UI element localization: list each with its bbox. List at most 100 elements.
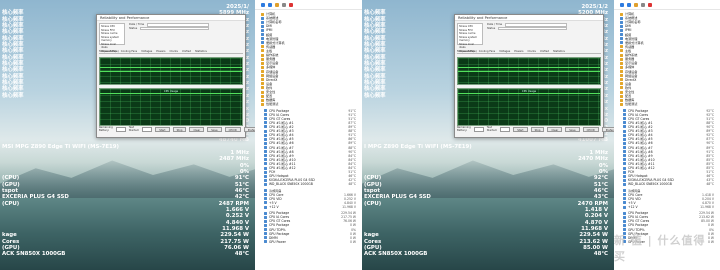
sensor-icon (623, 113, 626, 117)
osd-label: ACK SN850X 1000GB (364, 251, 428, 258)
tab-item[interactable]: Statistics (195, 50, 207, 53)
osd-label: (CPU) (364, 200, 382, 207)
stress-test-window[interactable]: Reliability and Performance Stress CPU St… (454, 14, 614, 138)
footer-button[interactable]: Start (155, 126, 170, 132)
footer-button[interactable]: CPUID (582, 126, 599, 132)
folder-icon (620, 78, 623, 82)
tab-item[interactable]: Temperatures (99, 50, 117, 53)
tab-item[interactable]: Voltages (141, 50, 152, 53)
window-footer: Remaining Battery: Test Started: Start Stop… (99, 125, 255, 133)
sensor-toolbar (255, 0, 362, 10)
footer-button[interactable]: Save (565, 126, 580, 132)
footer-button[interactable]: Start (513, 126, 528, 132)
osd-label: 核心频率 (2, 92, 24, 99)
field-box (498, 26, 567, 31)
footer-button[interactable]: Preferences (601, 126, 614, 132)
left-desktop-pane: 2025/1/核心频率5899 MHz核心频率5300 MHz核心频率5100 … (0, 0, 255, 270)
sensor-icon (264, 125, 267, 129)
stress-test-window[interactable]: Reliability and Performance Stress CPU St… (96, 14, 255, 138)
sensor-icon (623, 109, 626, 113)
sensor-tree-row[interactable]: 性能测试 (261, 102, 362, 106)
graph-trace (458, 67, 600, 68)
sensor-icon (264, 197, 267, 201)
status-fields: Date / Time Status (129, 23, 209, 35)
refresh-icon[interactable] (634, 2, 638, 7)
sensor-icon (264, 240, 267, 244)
tab-item[interactable]: Cooling Fans (121, 50, 137, 53)
back-icon[interactable] (261, 2, 265, 7)
tab-item[interactable]: Powers (156, 50, 165, 53)
folder-icon (620, 90, 623, 94)
sensor-tree-row[interactable]: 性能测试 (620, 102, 720, 106)
tab-item[interactable]: Voltages (499, 50, 510, 53)
sensor-tree-row[interactable]: +12 V 11.968 V (261, 205, 362, 209)
report-icon[interactable] (282, 2, 286, 7)
sensor-icon (264, 189, 267, 193)
sensor-label: 性能测试 (625, 102, 638, 107)
osd-label: (CPU) (2, 200, 20, 207)
tab-item[interactable]: Temperatures (457, 50, 475, 53)
footer-button[interactable]: CPUID (224, 126, 241, 132)
refresh-icon[interactable] (275, 2, 279, 7)
forward-icon[interactable] (268, 2, 272, 7)
sensor-icon (623, 219, 626, 223)
forward-icon[interactable] (627, 2, 631, 7)
status-fields: Date / Time Status (487, 23, 567, 35)
sensor-tree-row[interactable]: WD_BLACK SN850X 1000GB 48°C (620, 182, 720, 186)
sensor-icon (620, 37, 623, 41)
remaining-battery-label: Remaining Battery: (99, 126, 113, 132)
sensor-tree-row[interactable]: WD_BLACK SN850X 1000GB 48°C (261, 182, 362, 186)
watermark-logo: 新 值 | 什么值得买 (614, 234, 706, 263)
folder-icon (261, 94, 264, 98)
tab-item[interactable]: Unified (182, 50, 191, 53)
sensor-icon (264, 232, 267, 236)
graph-tabs[interactable]: Temperatures Cooling Fans Voltages Powers Cl… (457, 50, 601, 54)
footer-button[interactable]: Stop (530, 126, 545, 132)
footer-button[interactable]: Clear (547, 126, 563, 132)
back-icon[interactable] (620, 2, 624, 7)
stress-option-item[interactable]: Stress system memory (459, 36, 481, 43)
graph-tabs[interactable]: Temperatures Cooling Fans Voltages Powers Cl… (99, 50, 243, 54)
sensor-icon (264, 215, 267, 219)
stress-options-list[interactable]: Stress CPU Stress FPU Stress cache Stress s… (99, 23, 125, 53)
footer-button[interactable]: Clear (189, 126, 205, 132)
stress-options-list[interactable]: Stress CPU Stress FPU Stress cache Stress s… (457, 23, 483, 53)
footer-button[interactable]: Preferences (243, 126, 255, 132)
sensor-icon (264, 133, 267, 137)
sensor-label: +12 V (269, 205, 279, 210)
sensor-icon (264, 109, 267, 113)
folder-icon (620, 53, 623, 57)
sensor-icon (623, 215, 626, 219)
sensor-icon (264, 113, 267, 117)
tab-item[interactable]: Powers (514, 50, 523, 53)
tab-item[interactable]: Statistics (553, 50, 565, 53)
folder-icon (620, 61, 623, 65)
osd-row: ACK SN850X 1000GB 48°C (362, 251, 614, 257)
test-started-label: Test Started: (128, 126, 140, 132)
stress-option-item[interactable]: Stress local disks (459, 43, 481, 50)
sensor-icon (261, 41, 264, 45)
sensor-icon (261, 33, 264, 37)
report-icon[interactable] (641, 2, 645, 7)
folder-icon (620, 12, 623, 16)
close-icon[interactable] (289, 2, 293, 7)
sensor-icon (623, 117, 626, 121)
footer-button[interactable]: Save (207, 126, 222, 132)
footer-button[interactable]: Stop (172, 126, 187, 132)
sensor-tree-row[interactable]: +12 V 11.968 V (620, 205, 720, 209)
tab-item[interactable]: Cooling Fans (479, 50, 495, 53)
field-box (140, 26, 209, 31)
tab-item[interactable]: Clocks (169, 50, 177, 53)
tab-item[interactable]: Clocks (527, 50, 535, 53)
sensor-icon (623, 137, 626, 141)
sensor-icon (623, 154, 626, 158)
stress-option-item[interactable]: Stress system memory (101, 36, 123, 43)
sensor-icon (264, 166, 267, 170)
close-icon[interactable] (648, 2, 652, 7)
stress-option-item[interactable]: Stress local disks (101, 43, 123, 50)
sensor-icon (261, 28, 264, 32)
tab-item[interactable]: Unified (540, 50, 549, 53)
osd-value: 48°C (234, 251, 249, 258)
sensor-icon (264, 223, 267, 227)
sensor-tree-row[interactable]: GPU Power 0 W (261, 240, 362, 244)
